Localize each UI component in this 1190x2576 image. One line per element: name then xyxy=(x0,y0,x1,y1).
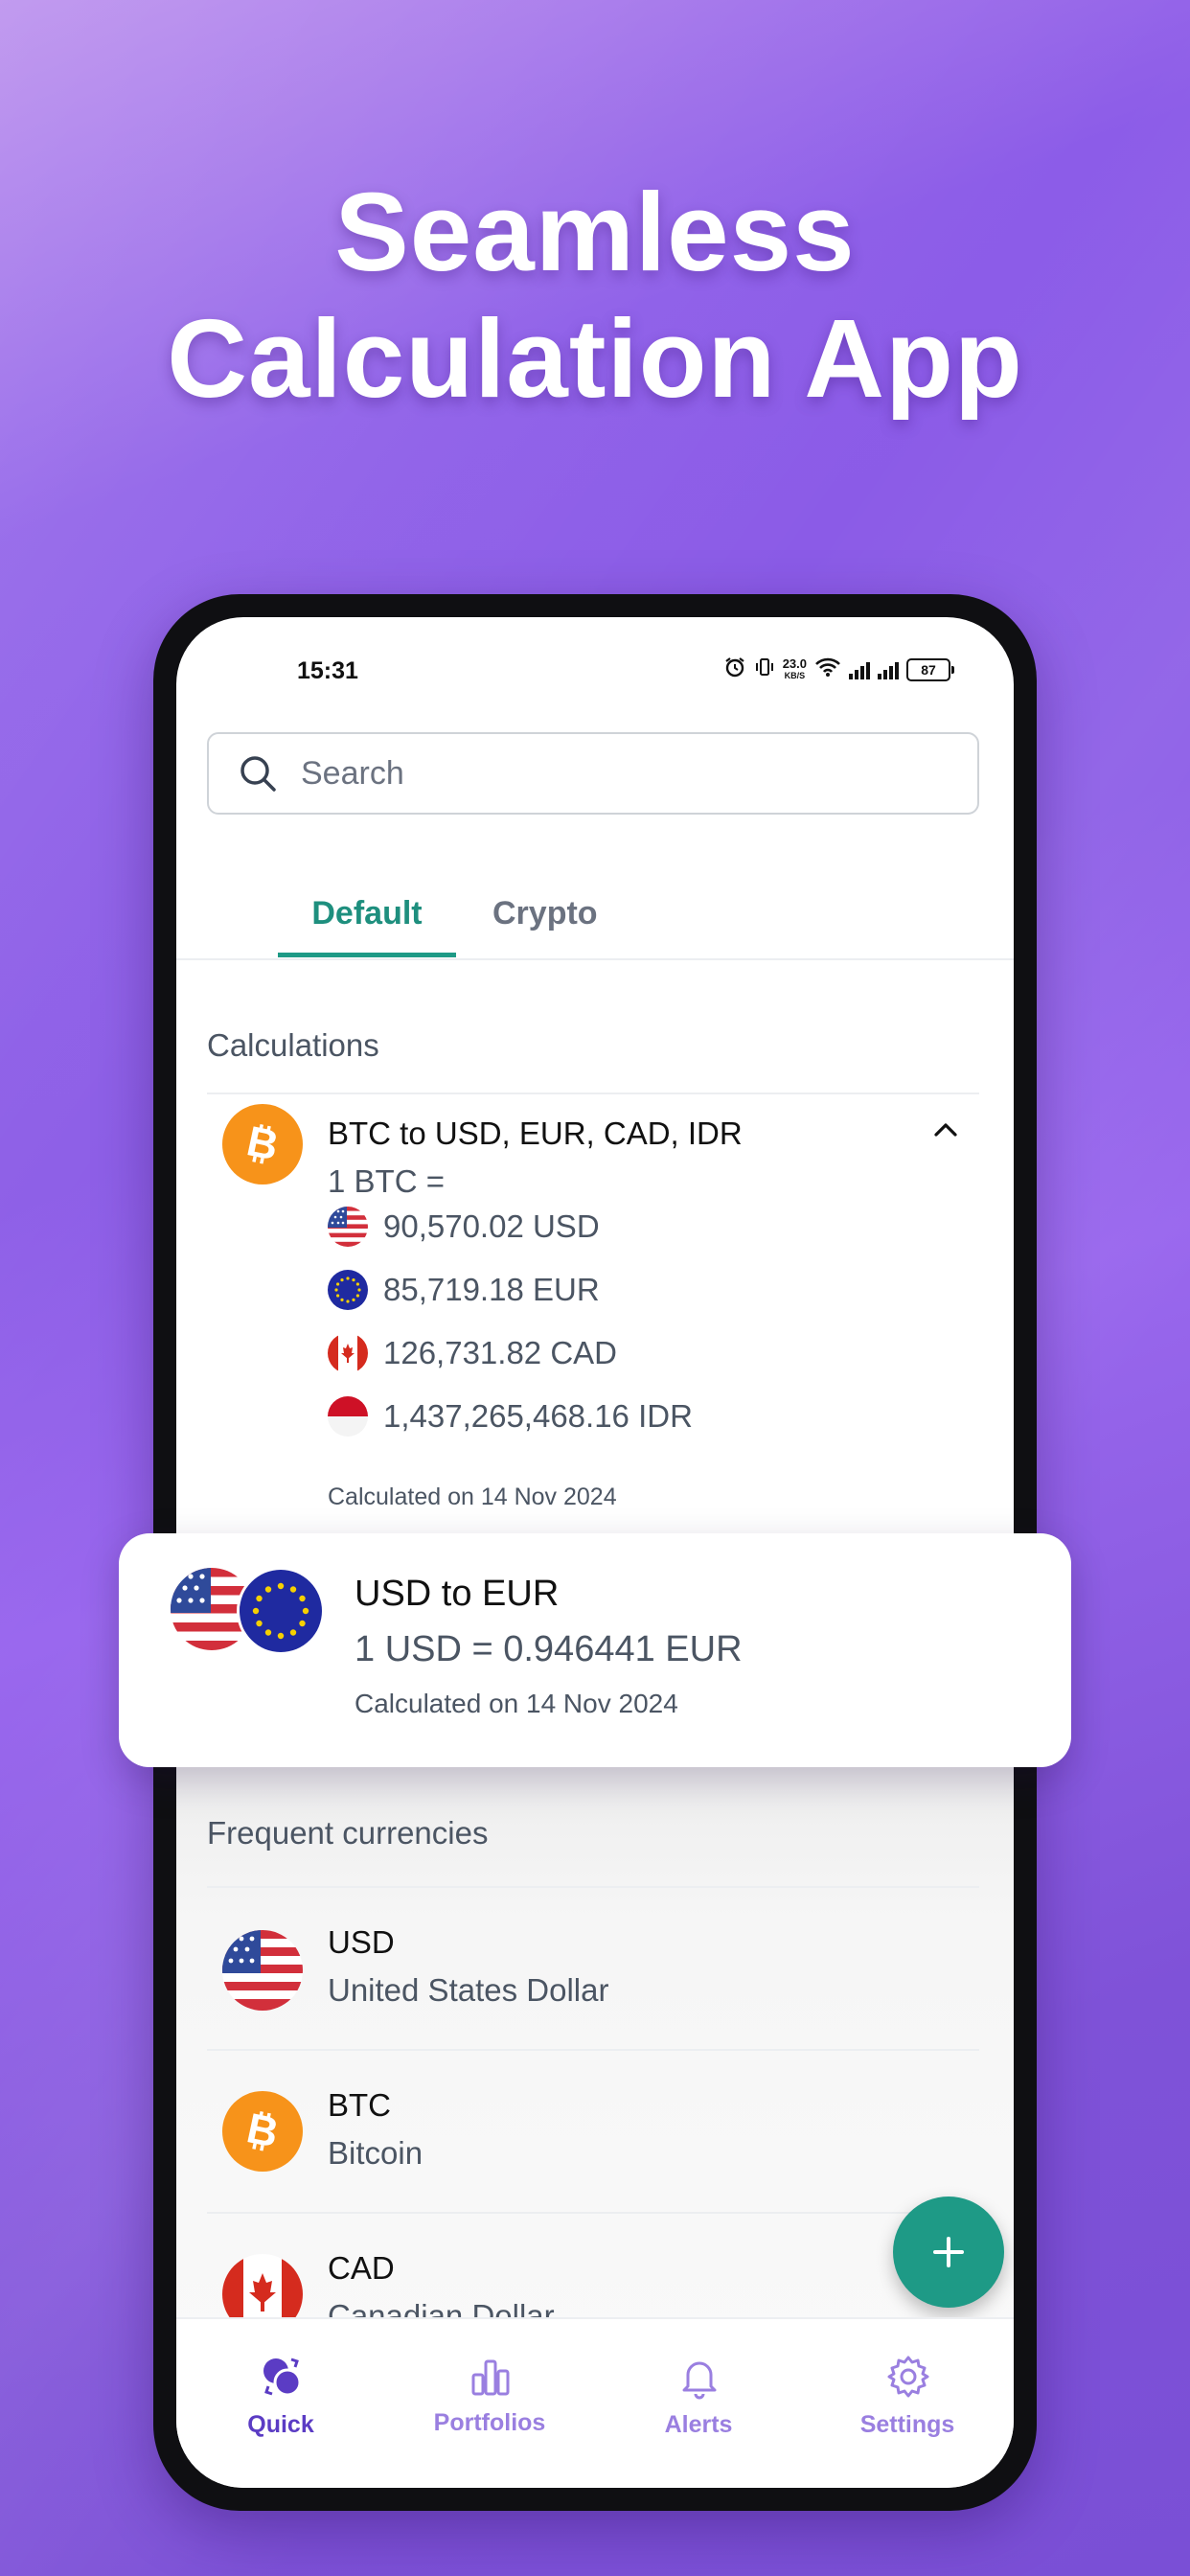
tab-crypto[interactable]: Crypto xyxy=(492,895,598,932)
conversion-row-cad: 126,731.82 CAD xyxy=(328,1332,617,1374)
net-speed: 23.0 KB/S xyxy=(783,657,807,682)
signal-bars-2 xyxy=(878,660,899,679)
add-calculation-button[interactable] xyxy=(893,2196,1004,2308)
headline-line-2: Calculation App xyxy=(167,296,1023,421)
currency-code: BTC xyxy=(328,2087,391,2123)
bitcoin-icon: B xyxy=(222,1104,303,1184)
search-bar[interactable] xyxy=(207,732,979,815)
conversion-row-idr: 1,437,265,468.16 IDR xyxy=(328,1395,693,1438)
ca-flag-icon xyxy=(328,1333,368,1373)
divider xyxy=(207,2212,979,2214)
conversion-row-usd: 90,570.02 USD xyxy=(328,1206,600,1248)
chart-bars-icon xyxy=(471,2359,510,2396)
conversion-value: 1,437,265,468.16 IDR xyxy=(383,1398,693,1434)
divider xyxy=(207,1092,979,1094)
nav-item-alerts[interactable]: Alerts xyxy=(594,2319,803,2438)
headline: Seamless Calculation App xyxy=(0,169,1190,422)
conversion-value: 90,570.02 USD xyxy=(383,1208,600,1244)
currency-name: United States Dollar xyxy=(328,1972,609,2008)
nav-label: Settings xyxy=(859,2411,955,2438)
gear-icon xyxy=(887,2356,929,2398)
signal-bars-1 xyxy=(849,660,870,679)
tab-active-indicator xyxy=(278,953,456,957)
bitcoin-icon: B xyxy=(222,2091,303,2172)
status-bar: 15:31 23.0 KB/S 87 xyxy=(176,617,1014,703)
nav-item-portfolios[interactable]: Portfolios xyxy=(385,2319,594,2436)
bottom-navigation: Quick Portfolios Alerts Settings xyxy=(176,2317,1014,2488)
currency-code: USD xyxy=(328,1924,395,1960)
wifi-icon xyxy=(814,656,841,683)
divider xyxy=(207,1886,979,1888)
floating-card-date: Calculated on 14 Nov 2024 xyxy=(355,1689,678,1718)
search-icon xyxy=(240,756,276,792)
tab-bar: Default Crypto xyxy=(176,886,1014,960)
nav-item-quick[interactable]: Quick xyxy=(176,2319,385,2438)
calculations-section-title: Calculations xyxy=(207,1027,379,1063)
floating-card-title: USD to EUR xyxy=(355,1574,560,1614)
divider xyxy=(207,2049,979,2051)
status-icons: 23.0 KB/S 87 xyxy=(723,656,954,684)
conversion-value: 126,731.82 CAD xyxy=(383,1335,618,1370)
net-speed-unit: KB/S xyxy=(784,671,806,680)
battery-indicator: 87 xyxy=(906,658,954,681)
nav-item-settings[interactable]: Settings xyxy=(803,2319,1012,2438)
id-flag-icon xyxy=(328,1396,368,1437)
chevron-up-icon[interactable] xyxy=(931,1116,960,1144)
nav-label: Portfolios xyxy=(433,2409,546,2436)
status-time: 15:31 xyxy=(297,657,358,684)
alarm-icon xyxy=(723,656,746,684)
net-speed-value: 23.0 xyxy=(782,656,807,671)
nav-label: Alerts xyxy=(664,2411,733,2438)
coins-icon xyxy=(263,2358,302,2397)
calculation-base: 1 BTC = xyxy=(328,1163,445,1199)
plus-icon xyxy=(933,2237,964,2267)
search-input[interactable] xyxy=(299,753,926,794)
calculation-date: Calculated on 14 Nov 2024 xyxy=(328,1484,617,1510)
us-flag-icon xyxy=(222,1930,303,2011)
conversion-value: 85,719.18 EUR xyxy=(383,1272,600,1307)
currency-code: CAD xyxy=(328,2250,395,2286)
us-flag-icon xyxy=(328,1207,368,1247)
conversion-row-eur: 85,719.18 EUR xyxy=(328,1269,600,1311)
floating-calculation-card[interactable]: USD to EUR 1 USD = 0.946441 EUR Calculat… xyxy=(119,1533,1071,1767)
tab-default[interactable]: Default xyxy=(278,895,456,932)
bell-icon xyxy=(682,2361,717,2400)
eu-flag-icon xyxy=(240,1570,322,1652)
vibrate-icon xyxy=(754,656,775,683)
nav-label: Quick xyxy=(247,2411,314,2438)
eu-flag-icon xyxy=(328,1270,368,1310)
frequent-section-title: Frequent currencies xyxy=(207,1815,489,1851)
currency-name: Bitcoin xyxy=(328,2135,423,2171)
headline-line-1: Seamless xyxy=(334,170,856,294)
floating-card-rate: 1 USD = 0.946441 EUR xyxy=(355,1629,743,1669)
calculation-title: BTC to USD, EUR, CAD, IDR xyxy=(328,1116,743,1151)
